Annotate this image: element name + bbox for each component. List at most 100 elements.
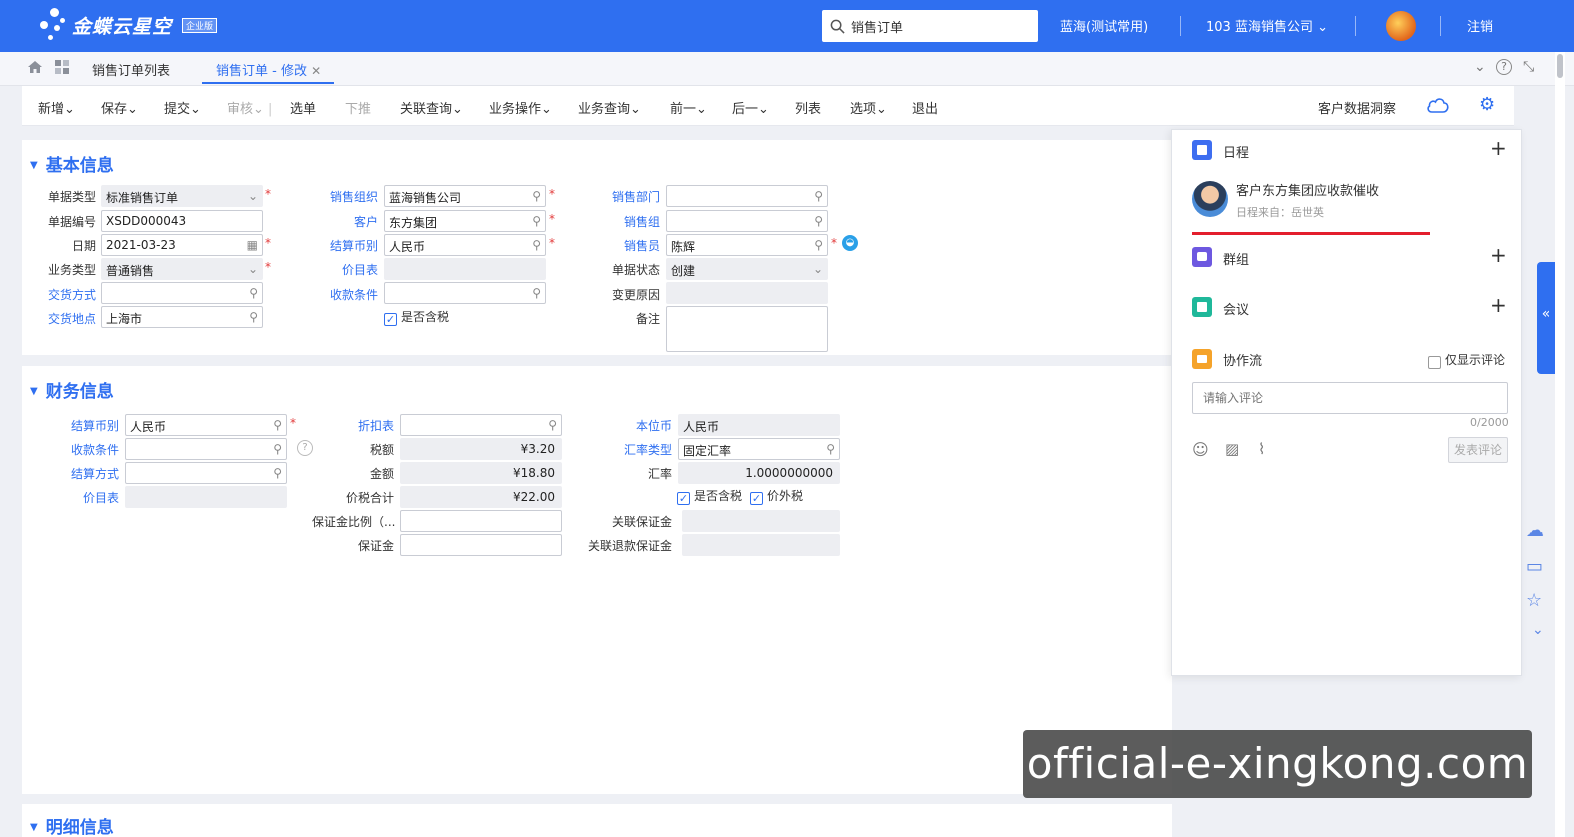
deposit-ratio-input[interactable]	[400, 510, 562, 532]
post-comment-button[interactable]: 发表评论	[1448, 437, 1508, 463]
collapse-icon[interactable]: ⤡	[1523, 59, 1534, 75]
push-down-button[interactable]: 下推	[345, 98, 371, 117]
apps-grid-icon[interactable]	[54, 59, 70, 75]
doc-type-select[interactable]: 标准销售订单 ⌄	[101, 185, 263, 207]
salesman-label[interactable]: 销售员	[624, 237, 660, 254]
tab-sales-order-edit[interactable]: 销售订单 - 修改 ✕	[216, 60, 321, 79]
search-icon[interactable]: ⚲	[532, 189, 541, 203]
submit-button[interactable]: 提交⌄	[164, 98, 201, 117]
prev-button[interactable]: 前一⌄	[670, 98, 707, 117]
gear-icon[interactable]: ⚙	[1479, 94, 1495, 115]
global-search[interactable]	[822, 10, 1038, 42]
image-icon[interactable]: ▨	[1225, 440, 1239, 458]
double-chevron-down-icon[interactable]: ⌄	[1532, 622, 1544, 638]
fin-payment-terms-label[interactable]: 收款条件	[71, 441, 119, 458]
detail-info-title[interactable]: 明细信息	[30, 813, 114, 837]
user-avatar[interactable]	[1386, 11, 1416, 41]
scrollbar-thumb[interactable]	[1557, 54, 1563, 78]
search-icon[interactable]: ⚲	[532, 238, 541, 252]
sales-org-label[interactable]: 销售组织	[330, 188, 378, 205]
logo[interactable]: 金蝶云星空 企业版	[40, 8, 218, 42]
home-icon[interactable]	[27, 59, 43, 75]
env-switch[interactable]: 蓝海(测试常用)	[1060, 16, 1148, 35]
cloud-icon[interactable]	[1426, 96, 1450, 114]
star-icon[interactable]: ☆	[1526, 590, 1542, 611]
fin-settle-currency-label[interactable]: 结算币别	[71, 417, 119, 434]
discount-input[interactable]: ⚲	[400, 414, 562, 436]
sales-dept-label[interactable]: 销售部门	[612, 188, 660, 205]
add-meeting-icon[interactable]: +	[1490, 293, 1507, 317]
settle-method-label[interactable]: 结算方式	[71, 465, 119, 482]
deposit-input[interactable]	[400, 534, 562, 556]
double-chevron-down-icon[interactable]: ⌄	[1474, 59, 1486, 75]
cloud-icon[interactable]: ☁	[1526, 520, 1544, 541]
new-button[interactable]: 新增⌄	[38, 98, 75, 117]
rate-type-label[interactable]: 汇率类型	[624, 441, 672, 458]
list-button[interactable]: 列表	[795, 98, 821, 117]
org-switch[interactable]: 103 蓝海销售公司 ⌄	[1206, 16, 1328, 35]
close-icon[interactable]: ✕	[311, 64, 321, 78]
sales-org-input[interactable]: 蓝海销售公司 ⚲	[384, 185, 546, 207]
delivery-place-label[interactable]: 交货地点	[48, 310, 96, 327]
search-icon[interactable]: ⚲	[273, 442, 282, 456]
search-icon[interactable]: ⚲	[814, 189, 823, 203]
emoji-icon[interactable]: ☺	[1192, 440, 1209, 459]
search-icon[interactable]: ⚲	[814, 214, 823, 228]
message-icon[interactable]: ▭	[1526, 556, 1543, 577]
customer-insight-button[interactable]: 客户数据洞察	[1318, 98, 1396, 117]
customer-input[interactable]: 东方集团 ⚲	[384, 210, 546, 232]
rate-type-input[interactable]: 固定汇率 ⚲	[678, 438, 840, 460]
only-comments-checkbox[interactable]: ✓ 仅显示评论	[1428, 351, 1505, 369]
finance-info-title[interactable]: 财务信息	[30, 377, 114, 402]
discount-label[interactable]: 折扣表	[358, 417, 394, 434]
search-icon[interactable]: ⚲	[273, 418, 282, 432]
linked-query-button[interactable]: 关联查询⌄	[400, 98, 463, 117]
scrollbar-track[interactable]	[1555, 52, 1565, 837]
calendar-icon[interactable]: ▦	[247, 238, 258, 252]
help-icon[interactable]: ?	[297, 440, 313, 456]
fin-settle-currency-input[interactable]: 人民币 ⚲	[125, 414, 287, 436]
search-icon[interactable]: ⚲	[249, 286, 258, 300]
settle-currency-input[interactable]: 人民币 ⚲	[384, 234, 546, 256]
help-icon[interactable]: ?	[1496, 59, 1512, 75]
sales-dept-input[interactable]: ⚲	[666, 185, 828, 207]
select-order-button[interactable]: 选单	[290, 98, 316, 117]
comment-input[interactable]	[1192, 382, 1508, 414]
schedule-item-title[interactable]: 客户东方集团应收款催收	[1236, 180, 1379, 199]
add-schedule-icon[interactable]: +	[1490, 136, 1507, 160]
customer-label[interactable]: 客户	[354, 213, 378, 230]
chat-icon[interactable]: ◒	[842, 235, 858, 251]
price-list-label[interactable]: 价目表	[342, 261, 378, 278]
biz-type-select[interactable]: 普通销售 ⌄	[101, 258, 263, 280]
search-icon[interactable]: ⚲	[249, 310, 258, 324]
business-query-button[interactable]: 业务查询⌄	[578, 98, 641, 117]
attachment-icon[interactable]: ⌇	[1258, 440, 1265, 458]
settle-currency-label[interactable]: 结算币别	[330, 237, 378, 254]
sales-group-input[interactable]: ⚲	[666, 210, 828, 232]
save-button[interactable]: 保存⌄	[101, 98, 138, 117]
delivery-method-label[interactable]: 交货方式	[48, 286, 96, 303]
search-icon[interactable]: ⚲	[532, 286, 541, 300]
next-button[interactable]: 后一⌄	[732, 98, 769, 117]
delivery-place-input[interactable]: 上海市 ⚲	[101, 306, 263, 328]
logout-link[interactable]: 注销	[1467, 16, 1493, 35]
date-picker[interactable]: 2021-03-23 ▦	[101, 234, 263, 256]
salesman-input[interactable]: 陈辉 ⚲	[666, 234, 828, 256]
settle-method-input[interactable]: ⚲	[125, 462, 287, 484]
fin-payment-terms-input[interactable]: ⚲	[125, 438, 287, 460]
sales-group-label[interactable]: 销售组	[624, 213, 660, 230]
global-search-input[interactable]	[851, 18, 1021, 34]
search-icon[interactable]: ⚲	[532, 214, 541, 228]
business-op-button[interactable]: 业务操作⌄	[489, 98, 552, 117]
doc-no-input[interactable]: XSDD000043	[101, 210, 263, 232]
tab-sales-order-list[interactable]: 销售订单列表	[92, 60, 170, 79]
fin-tax-included-checkbox[interactable]: ✓ 是否含税	[677, 487, 742, 505]
audit-button[interactable]: 审核⌄ |	[227, 98, 272, 117]
search-icon[interactable]: ⚲	[273, 466, 282, 480]
expand-panel-tab[interactable]: «	[1537, 262, 1555, 374]
fin-price-list-label[interactable]: 价目表	[83, 489, 119, 506]
payment-terms-label[interactable]: 收款条件	[330, 286, 378, 303]
search-icon[interactable]: ⚲	[826, 442, 835, 456]
tax-included-checkbox[interactable]: ✓ 是否含税	[384, 308, 449, 326]
basic-info-title[interactable]: 基本信息	[30, 151, 114, 176]
